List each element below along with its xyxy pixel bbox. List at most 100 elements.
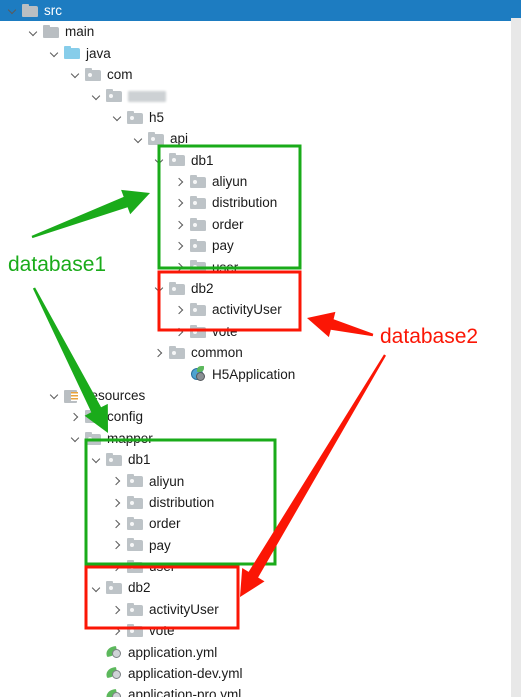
vertical-scrollbar-thumb[interactable] xyxy=(511,0,521,18)
tree-row[interactable]: application.yml xyxy=(0,642,511,663)
tree-row[interactable]: H5Application xyxy=(0,364,511,385)
tree-row[interactable]: application-pro.yml xyxy=(0,685,511,697)
chevron-right-icon[interactable] xyxy=(176,306,185,315)
chevron-down-icon[interactable] xyxy=(92,584,101,593)
chevron-down-icon[interactable] xyxy=(113,113,122,122)
tree-row-label: vote xyxy=(212,323,238,339)
tree-row[interactable]: user xyxy=(0,556,511,577)
source-folder-icon xyxy=(64,46,80,60)
package-folder-icon xyxy=(190,324,206,339)
tree-row[interactable]: db2 xyxy=(0,278,511,299)
chevron-right-icon[interactable] xyxy=(113,541,122,550)
tree-row[interactable]: aliyun xyxy=(0,171,511,192)
chevron-right-icon[interactable] xyxy=(113,562,122,571)
tree-row-label: user xyxy=(149,559,176,575)
package-folder-icon xyxy=(127,495,143,510)
chevron-down-icon[interactable] xyxy=(50,391,59,400)
package-folder-icon xyxy=(85,410,101,424)
tree-row-label: activityUser xyxy=(212,302,282,318)
tree-row-label: api xyxy=(170,131,189,147)
package-folder-icon xyxy=(127,602,143,617)
package-folder-icon xyxy=(106,89,122,103)
tree-row-label: main xyxy=(65,24,95,40)
tree-row[interactable]: h5 xyxy=(0,107,511,128)
package-folder-icon xyxy=(190,238,206,253)
resources-root-icon xyxy=(64,389,80,403)
chevron-down-icon[interactable] xyxy=(29,28,38,37)
no-chevron-spacer xyxy=(92,648,101,657)
tree-row-label: distribution xyxy=(149,494,215,510)
tree-row-label: user xyxy=(212,259,239,275)
chevron-right-icon[interactable] xyxy=(176,220,185,229)
chevron-right-icon[interactable] xyxy=(71,413,80,422)
tree-row-label: pay xyxy=(149,537,171,553)
chevron-down-icon[interactable] xyxy=(71,434,80,443)
chevron-down-icon[interactable] xyxy=(155,156,164,165)
tree-row-label: H5Application xyxy=(212,366,296,382)
tree-row[interactable]: order xyxy=(0,513,511,534)
folder-icon xyxy=(22,3,38,18)
chevron-right-icon[interactable] xyxy=(176,263,185,272)
annotation-label-database1: database1 xyxy=(8,253,107,276)
tree-row-label: mapper xyxy=(107,430,153,446)
chevron-right-icon[interactable] xyxy=(113,605,122,614)
package-folder-icon xyxy=(85,67,101,82)
tree-row[interactable]: activityUser xyxy=(0,599,511,620)
chevron-down-icon[interactable] xyxy=(71,70,80,79)
yaml-file-icon xyxy=(105,645,122,660)
tree-row[interactable]: resources xyxy=(0,385,511,406)
package-folder-icon xyxy=(127,517,143,531)
tree-row-label: application.yml xyxy=(128,644,218,660)
tree-row[interactable]: order xyxy=(0,214,511,235)
tree-row[interactable]: src xyxy=(0,0,519,22)
tree-row[interactable]: pay xyxy=(0,535,511,556)
no-chevron-spacer xyxy=(176,370,185,379)
tree-row[interactable]: com xyxy=(0,64,511,85)
chevron-right-icon[interactable] xyxy=(176,177,185,186)
chevron-right-icon[interactable] xyxy=(113,520,122,529)
chevron-right-icon[interactable] xyxy=(113,627,122,636)
tree-row[interactable]: distribution xyxy=(0,193,511,214)
tree-row-label: aliyun xyxy=(212,174,248,190)
tree-row-label: db1 xyxy=(128,452,151,468)
tree-row[interactable]: mapper xyxy=(0,428,511,449)
chevron-down-icon[interactable] xyxy=(134,135,143,144)
tree-row[interactable]: db1 xyxy=(0,449,511,470)
project-tree-panel: src main java com h5 api db1 aliyun distribution… xyxy=(0,0,521,697)
chevron-right-icon[interactable] xyxy=(155,348,164,357)
chevron-down-icon[interactable] xyxy=(92,455,101,464)
chevron-down-icon[interactable] xyxy=(8,6,17,15)
tree-row[interactable]: aliyun xyxy=(0,471,511,492)
chevron-down-icon[interactable] xyxy=(155,284,164,293)
tree-row-label: com xyxy=(107,67,133,83)
tree-row[interactable] xyxy=(0,86,511,107)
tree-row[interactable]: distribution xyxy=(0,492,511,513)
tree-row[interactable]: main xyxy=(0,21,511,42)
tree-row[interactable]: config xyxy=(0,406,511,427)
chevron-right-icon[interactable] xyxy=(176,199,185,208)
folder-icon xyxy=(43,25,59,39)
tree-row[interactable]: java xyxy=(0,43,511,64)
tree-row[interactable]: api xyxy=(0,128,511,149)
no-chevron-spacer xyxy=(92,669,101,678)
tree-row[interactable]: db1 xyxy=(0,150,511,171)
chevron-down-icon[interactable] xyxy=(92,92,101,101)
package-folder-icon xyxy=(190,196,206,210)
tree-row-label: aliyun xyxy=(149,473,185,489)
chevron-down-icon[interactable] xyxy=(50,49,59,58)
tree-row[interactable]: activityUser xyxy=(0,299,511,320)
chevron-right-icon[interactable] xyxy=(113,498,122,507)
tree-row[interactable]: vote xyxy=(0,620,511,641)
tree-row-label: resources xyxy=(86,387,146,403)
chevron-right-icon[interactable] xyxy=(176,327,185,336)
tree-row-label: vote xyxy=(149,623,175,639)
tree-row-label: db1 xyxy=(191,152,214,168)
tree-row[interactable]: db2 xyxy=(0,578,511,599)
tree-row-label: activityUser xyxy=(149,601,219,617)
tree-row[interactable]: application-dev.yml xyxy=(0,663,511,684)
chevron-right-icon[interactable] xyxy=(176,241,185,250)
vertical-scrollbar-track[interactable] xyxy=(511,0,521,697)
package-folder-icon xyxy=(190,217,206,232)
tree-row-label: src xyxy=(44,2,62,18)
chevron-right-icon[interactable] xyxy=(113,477,122,486)
